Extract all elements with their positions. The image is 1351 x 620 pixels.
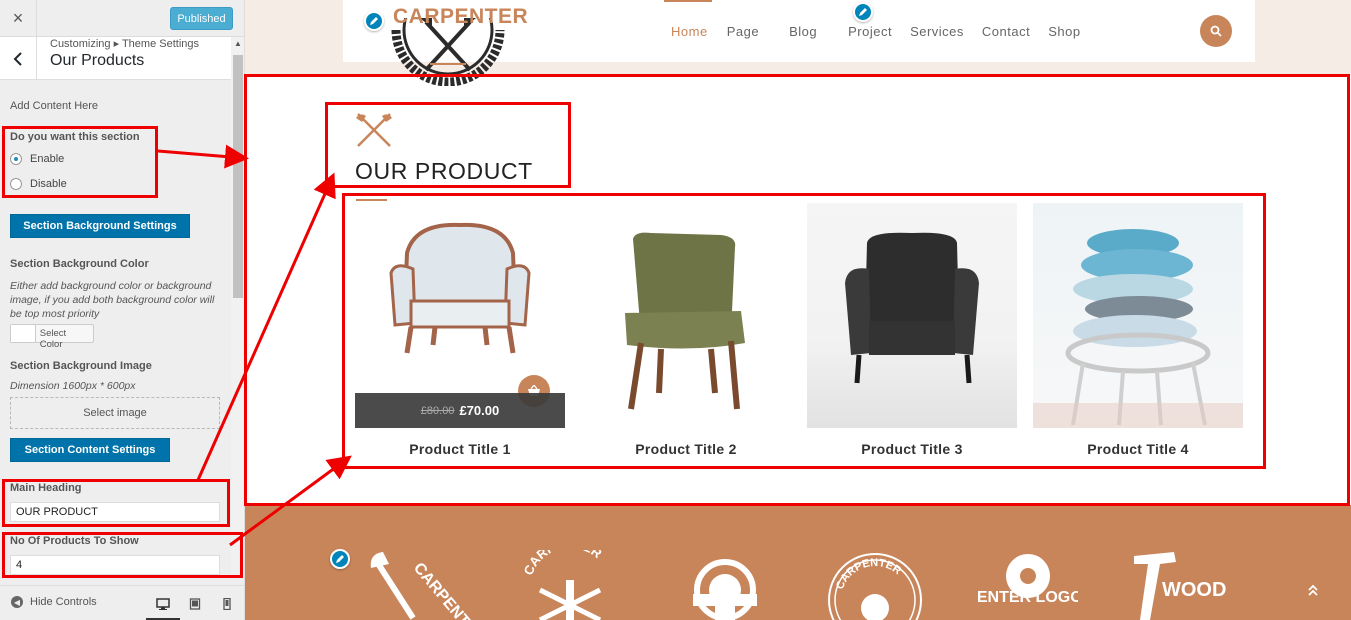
section-content-settings-button[interactable]: Section Content Settings [10,438,170,462]
collapse-icon: ◀ [11,596,23,608]
footer-logo-text-2: CARPENTER [521,550,606,577]
saw-logo [693,559,757,620]
customizer-sidebar: × Published Customizing ▸ Theme Settings… [0,0,245,620]
select-color-button[interactable]: Select Color [10,324,94,350]
tablet-icon [189,598,201,610]
section-title: Our Products [50,52,145,69]
wood-work-logo: WOOD WORK [1134,552,1230,620]
footer-logo-text-1: CARPENTER [410,560,471,620]
select-image-button[interactable]: Select image [10,397,220,429]
bg-color-note: Either add background color or backgroun… [10,280,215,320]
annotation-box-products-count [2,532,243,578]
nav-home[interactable]: Home [671,24,708,39]
nav-shop[interactable]: Shop [1048,24,1080,39]
section-background-settings-button[interactable]: Section Background Settings [10,214,190,238]
nav-blog[interactable]: Blog [789,24,817,39]
logo-text: CARPENTER [393,5,529,28]
hide-controls-button[interactable]: ◀ Hide Controls [11,596,97,608]
sidebar-scrollbar[interactable]: ▲ [231,37,244,577]
mobile-preview-button[interactable] [216,594,238,614]
annotation-box-heading [325,102,571,188]
scroll-up-arrow-icon[interactable]: ▲ [234,39,242,48]
select-color-label: Select Color [39,328,67,350]
customizer-header: × Published [0,0,244,37]
bg-image-note: Dimension 1600px * 600px [10,380,136,392]
footer-logo-text-4: CARPENTER LOGOTYPE [978,589,1078,606]
footer-logo-text-5: WOOD WORK [1162,579,1230,601]
annotation-box-main-heading [2,479,230,527]
mobile-icon [223,598,231,610]
scroll-thumb[interactable] [233,55,243,298]
color-swatch [11,325,36,342]
search-icon [1210,25,1222,37]
carpenter-hammers-logo: CARPENTER [521,550,606,620]
nav-contact[interactable]: Contact [982,24,1030,39]
tablet-preview-button[interactable] [184,594,206,614]
section-header: Customizing ▸ Theme Settings Our Product… [0,37,231,80]
bg-image-label: Section Background Image [10,360,152,372]
nav-project[interactable]: Project [848,24,892,39]
edit-menu-pencil-icon[interactable] [853,2,873,22]
carpenter-logotype-logo: CARPENTER LOGOTYPE [978,554,1078,606]
carpenter-circle-logo: CARPENTER [828,553,922,620]
edit-logo-pencil-icon[interactable] [364,11,384,31]
svg-text:CARPENTER: CARPENTER [521,550,606,577]
published-button[interactable]: Published [170,7,233,30]
annotation-box-section-toggle [2,126,158,198]
annotation-box-products [342,193,1266,469]
desktop-preview-button[interactable] [152,594,174,614]
scroll-to-top-icon[interactable] [1308,583,1318,599]
search-button[interactable] [1200,15,1232,47]
hide-controls-label: Hide Controls [30,596,97,608]
breadcrumb: Customizing ▸ Theme Settings [50,38,199,50]
bg-color-label: Section Background Color [10,258,149,270]
svg-text:CARPENTER: CARPENTER [834,557,903,591]
main-nav: Home Page Blog Project Services Contact … [671,24,1100,39]
footer-logo-text-3: CARPENTER [834,557,903,591]
chevron-left-icon [13,51,22,66]
edit-logos-pencil-icon[interactable] [330,549,350,569]
add-content-label: Add Content Here [10,100,99,112]
back-button[interactable] [0,37,37,80]
client-logos-band: CARPENTER CARPENTER CARPENTER CARPENTER … [245,505,1351,620]
close-customizer-button[interactable]: × [0,0,37,37]
nav-services[interactable]: Services [910,24,964,39]
desktop-icon [156,598,170,610]
carpenter-axe-logo: CARPENTER [370,552,471,620]
nav-page[interactable]: Page [727,24,759,39]
customizer-footer: ◀ Hide Controls [0,585,244,620]
nav-active-indicator [664,0,712,2]
